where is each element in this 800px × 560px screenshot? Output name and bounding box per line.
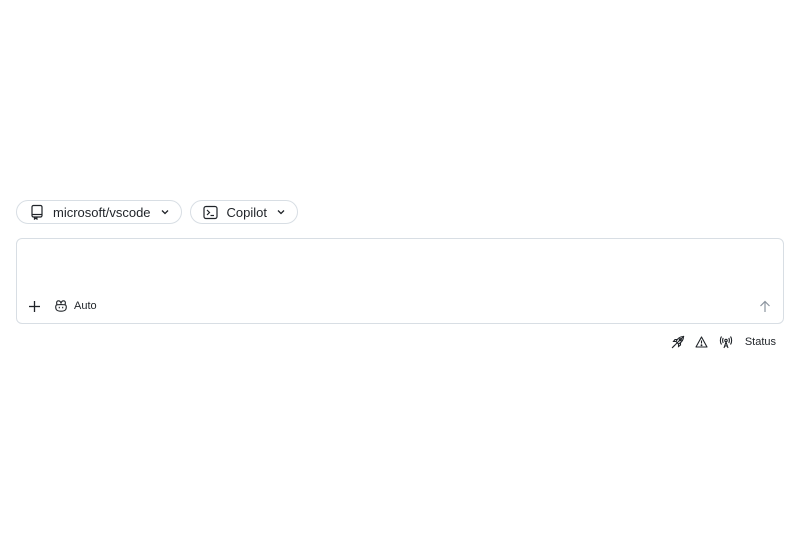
plus-icon (28, 300, 41, 313)
chevron-down-icon (159, 206, 171, 218)
model-picker-label: Auto (74, 300, 97, 312)
repo-selector-label: microsoft/vscode (53, 204, 151, 220)
alert-icon[interactable] (695, 335, 709, 349)
add-attachment-button[interactable] (25, 297, 43, 315)
status-bar: Status (671, 334, 776, 350)
prompt-composer: Auto (16, 238, 784, 324)
arrow-up-icon (759, 300, 771, 313)
repo-icon (29, 204, 45, 220)
agent-selector-button[interactable]: Copilot (189, 200, 299, 224)
broadcast-icon[interactable] (719, 335, 733, 349)
status-link[interactable]: Status (745, 336, 776, 348)
terminal-icon (203, 204, 219, 220)
send-button[interactable] (757, 298, 773, 314)
agent-selector-label: Copilot (226, 204, 268, 220)
chevron-down-icon (275, 206, 287, 218)
rocket-icon[interactable] (671, 335, 685, 349)
selector-row: microsoft/vscode Copilot (16, 200, 299, 224)
prompt-input[interactable] (27, 247, 771, 289)
copilot-icon (54, 299, 68, 313)
repo-selector-button[interactable]: microsoft/vscode (16, 200, 182, 224)
model-picker-button[interactable]: Auto (54, 297, 97, 315)
page: microsoft/vscode Copilot Auto Status (0, 0, 800, 560)
